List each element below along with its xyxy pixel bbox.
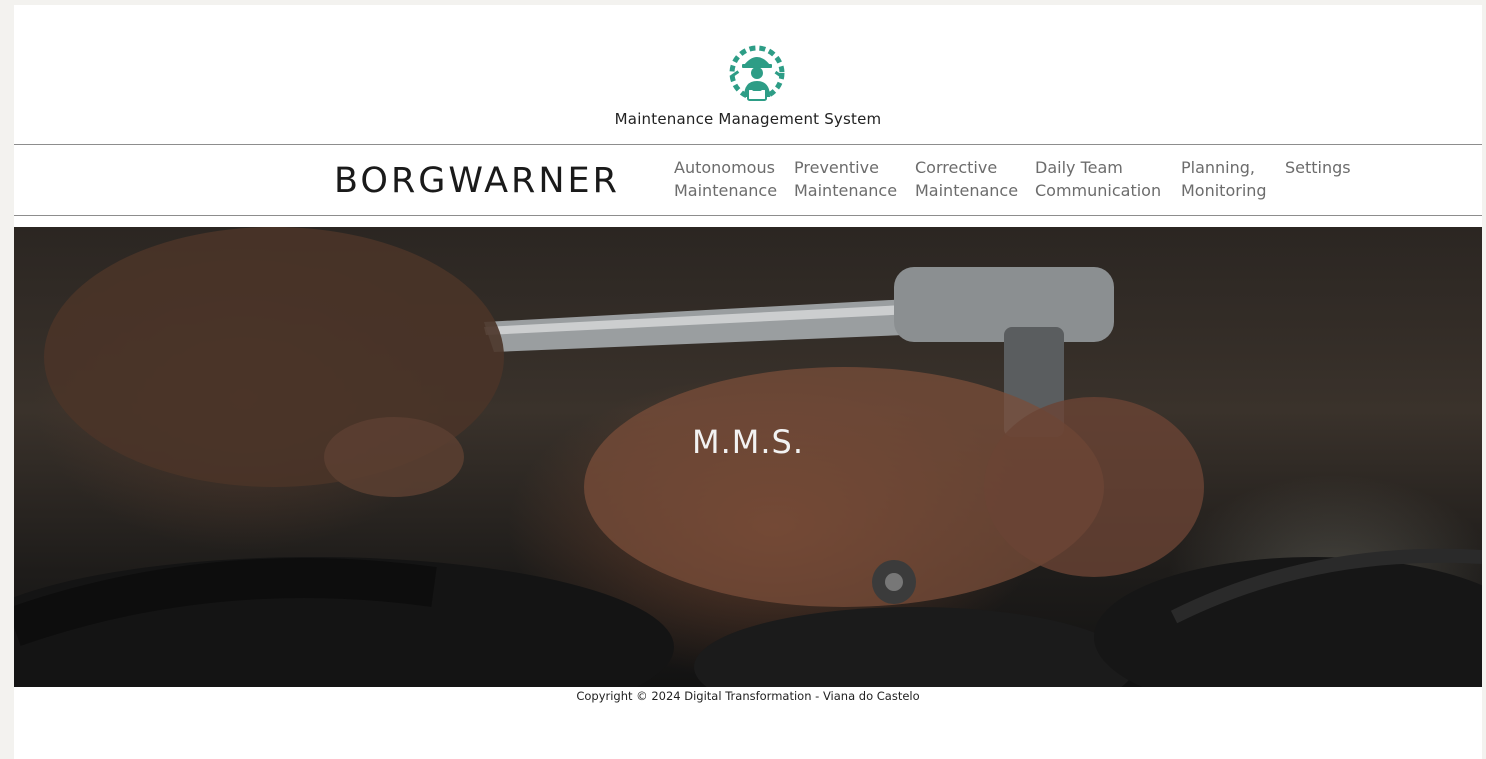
nav-label-line2: Monitoring <box>1181 181 1267 200</box>
nav-label-line2: Maintenance <box>915 181 1019 200</box>
maintenance-worker-gears-icon[interactable] <box>724 43 790 109</box>
nav-bar: BORGWARNER Autonomous Maintenance Preven… <box>14 145 1482 215</box>
nav-autonomous-maintenance[interactable]: Autonomous Maintenance <box>674 156 777 202</box>
header-divider-bottom <box>14 215 1482 216</box>
nav-label-line1: Corrective <box>915 158 998 177</box>
brand-logo[interactable]: BORGWARNER <box>334 161 620 201</box>
nav-label-line2: Maintenance <box>794 181 898 200</box>
hero-title: M.M.S. <box>691 423 805 461</box>
nav-label-line1: Autonomous <box>674 158 775 177</box>
system-title: Maintenance Management System <box>614 110 882 128</box>
nav-label-line1: Daily Team <box>1035 158 1123 177</box>
nav-corrective-maintenance[interactable]: Corrective Maintenance <box>915 156 1018 202</box>
nav-label-line1: Preventive <box>794 158 879 177</box>
footer-copyright: Copyright © 2024 Digital Transformation … <box>576 689 920 703</box>
nav-planning-monitoring[interactable]: Planning, Monitoring <box>1181 156 1267 202</box>
nav-preventive-maintenance[interactable]: Preventive Maintenance <box>794 156 897 202</box>
hero-banner: M.M.S. <box>14 227 1482 687</box>
page: Maintenance Management System BORGWARNER… <box>14 5 1482 759</box>
nav-label-line1: Settings <box>1285 158 1351 177</box>
nav-label-line2: Maintenance <box>674 181 778 200</box>
header: Maintenance Management System <box>14 5 1482 144</box>
nav-daily-team-communication[interactable]: Daily Team Communication <box>1035 156 1161 202</box>
nav-settings[interactable]: Settings <box>1285 156 1351 179</box>
nav-label-line2: Communication <box>1035 181 1162 200</box>
nav-label-line1: Planning, <box>1181 158 1256 177</box>
